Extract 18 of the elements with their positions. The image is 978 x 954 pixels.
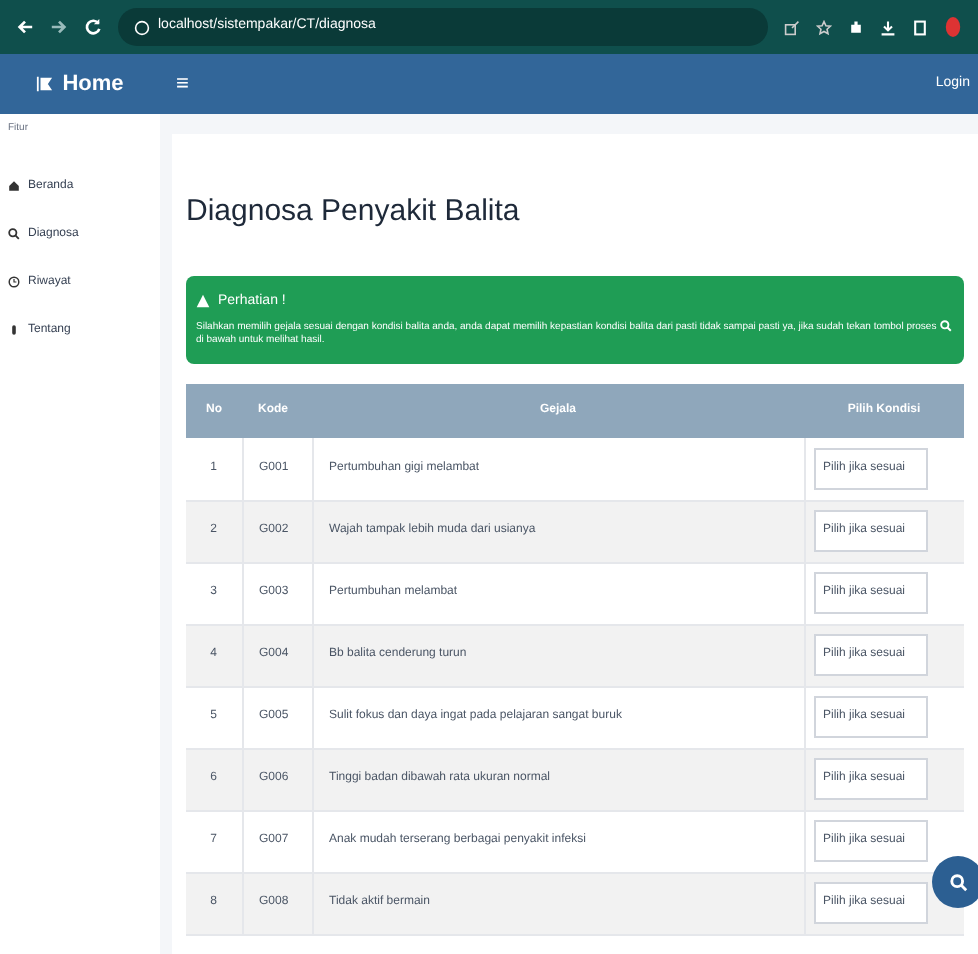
search-icon (939, 320, 952, 332)
star-icon[interactable] (816, 19, 832, 35)
search-icon (8, 228, 20, 240)
clock-icon (8, 276, 20, 288)
share-icon[interactable] (784, 19, 800, 35)
info-icon (134, 19, 150, 35)
logo-icon (36, 74, 55, 94)
window-icon[interactable] (912, 19, 928, 35)
forward-icon[interactable] (50, 18, 68, 36)
search-icon (949, 873, 967, 891)
home-icon (8, 180, 20, 192)
download-icon[interactable] (880, 19, 896, 35)
back-icon[interactable] (16, 18, 34, 36)
page-title: Diagnosa Penyakit Balita (186, 192, 522, 232)
brand-link[interactable]: Home (62, 67, 124, 101)
menu-button[interactable]: ≡ (176, 73, 189, 95)
warning-icon (196, 294, 210, 309)
reload-icon[interactable] (84, 18, 102, 36)
